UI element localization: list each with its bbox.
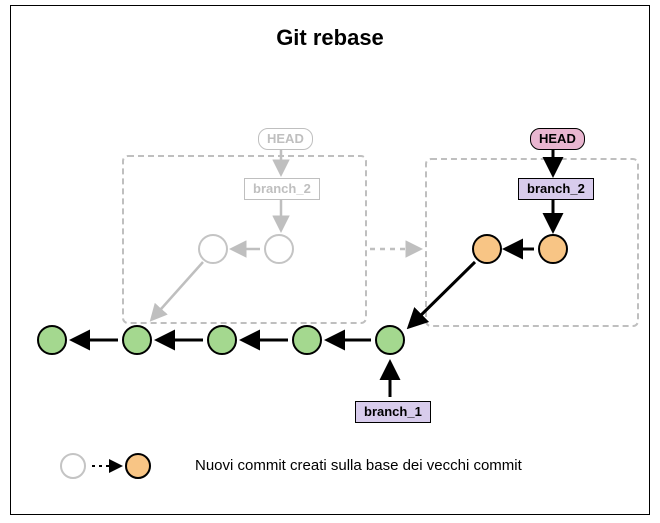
branch1-label: branch_1	[355, 401, 431, 423]
legend-caption: Nuovi commit creati sulla base dei vecch…	[195, 457, 522, 474]
head-label-new: HEAD	[530, 128, 585, 150]
commit-old-b	[264, 234, 294, 264]
legend-old-commit-icon	[60, 453, 86, 479]
branch2-label-old: branch_2	[244, 178, 320, 200]
commit-old-a	[198, 234, 228, 264]
commit-c4	[292, 325, 322, 355]
commit-new-b	[538, 234, 568, 264]
commit-c2	[122, 325, 152, 355]
commit-c1	[37, 325, 67, 355]
diagram-canvas: Git rebase HEAD branch_2 HEAD branch_2 b…	[0, 0, 660, 523]
legend-new-commit-icon	[125, 453, 151, 479]
head-label-old: HEAD	[258, 128, 313, 150]
branch2-label-new: branch_2	[518, 178, 594, 200]
commit-new-a	[472, 234, 502, 264]
commit-c5	[375, 325, 405, 355]
commit-c3	[207, 325, 237, 355]
diagram-title: Git rebase	[0, 25, 660, 51]
